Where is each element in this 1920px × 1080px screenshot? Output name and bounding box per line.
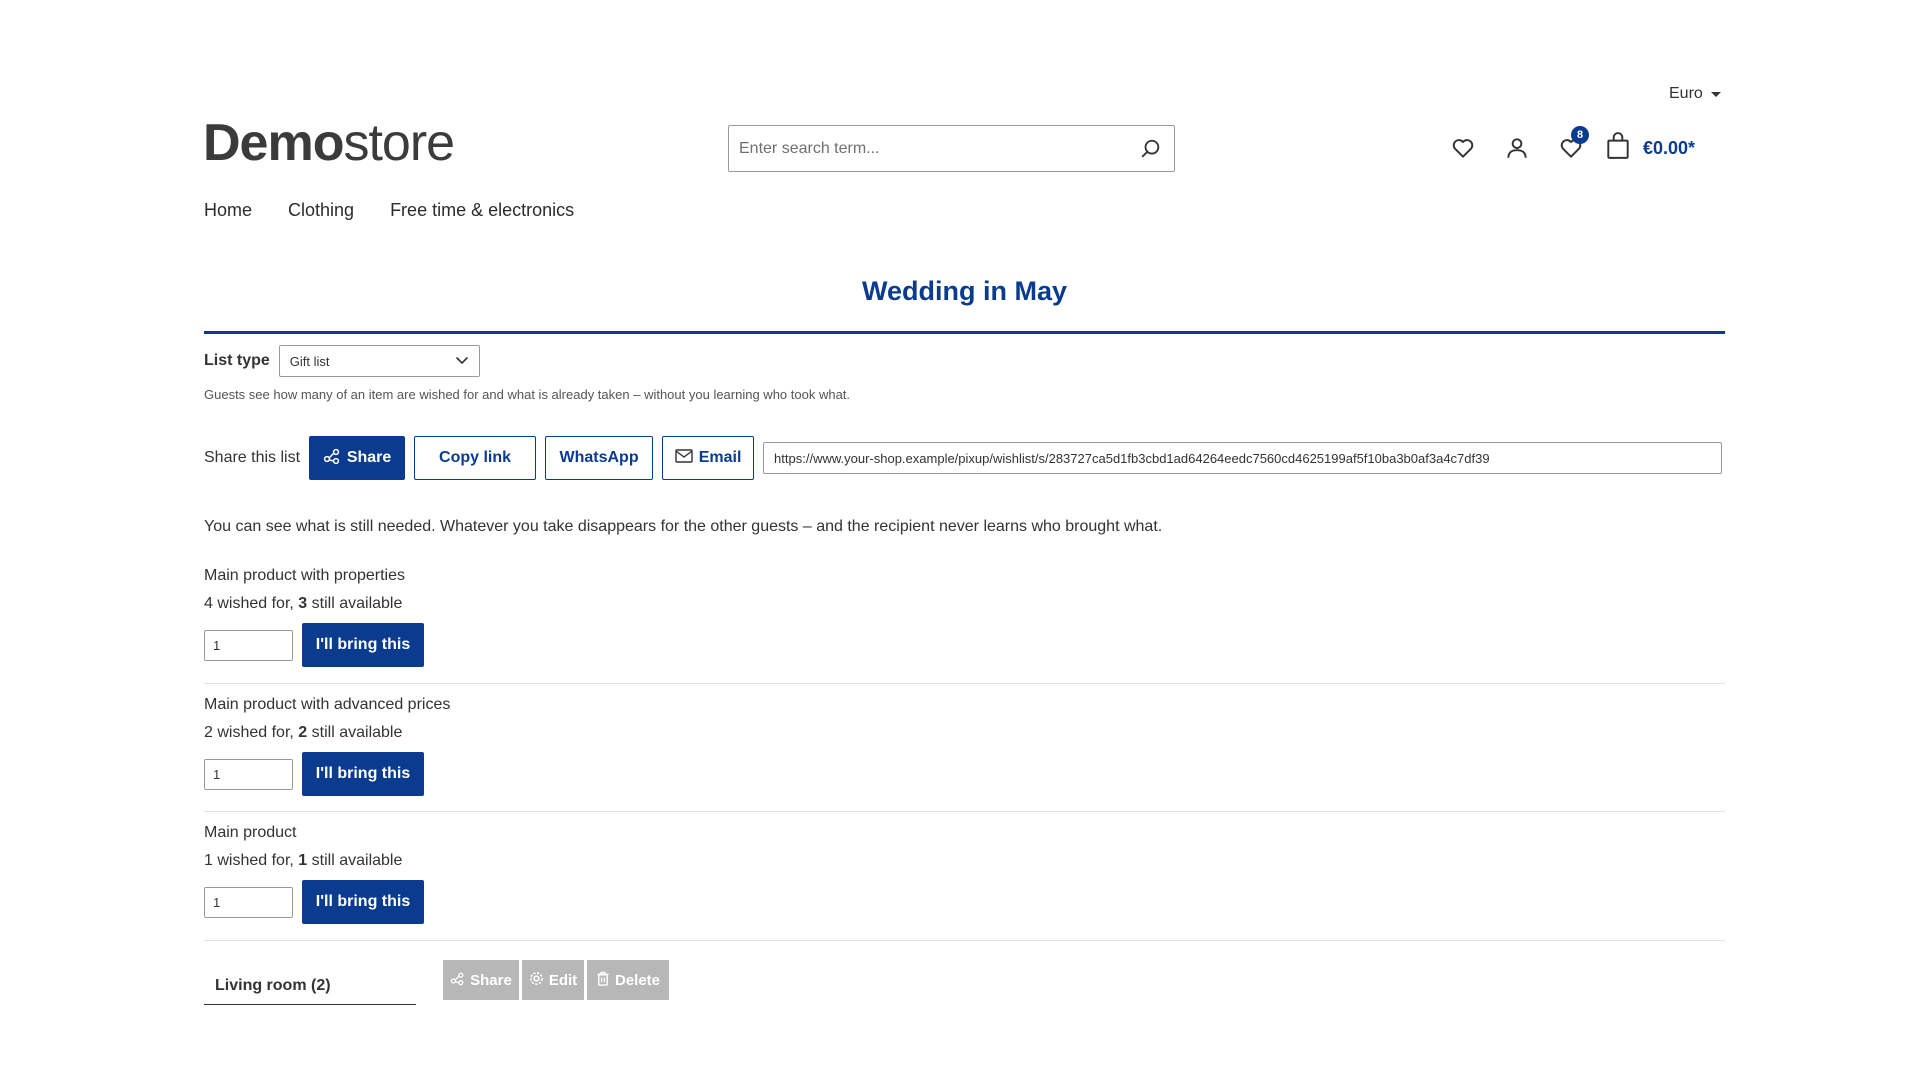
currency-selector[interactable]: Euro: [1669, 85, 1721, 103]
bring-this-button[interactable]: I'll bring this: [302, 880, 424, 924]
envelope-icon: [675, 448, 693, 468]
still-available-text: still available: [311, 595, 403, 612]
wished-count: 4: [204, 595, 213, 612]
list-type-select[interactable]: Gift list: [278, 345, 480, 377]
list-edit-button[interactable]: Edit: [522, 960, 584, 1000]
currency-label: Euro: [1669, 85, 1703, 102]
still-available-text: still available: [311, 852, 403, 869]
nav-item-home[interactable]: Home: [204, 200, 252, 221]
list-item: Main product with advanced prices 2 wish…: [204, 696, 1725, 796]
cart-total: €0.00*: [1643, 137, 1696, 158]
item-availability: 4 wished for, 3 still available: [204, 595, 1725, 613]
list-delete-button[interactable]: Delete: [587, 960, 669, 1000]
nav-item-free-time-electronics[interactable]: Free time & electronics: [390, 200, 574, 221]
list-type-label: List type: [204, 352, 270, 369]
item-divider: [204, 683, 1725, 684]
list-actions: Share Edit Delete: [443, 960, 669, 1000]
wished-for-text: wished for,: [217, 724, 294, 741]
email-button-label: Email: [698, 449, 742, 466]
list-share-label: Share: [470, 971, 512, 989]
shopping-bag-icon: [1605, 131, 1631, 165]
wished-for-text: wished for,: [217, 595, 294, 612]
bring-this-button[interactable]: I'll bring this: [302, 623, 424, 667]
bring-this-button[interactable]: I'll bring this: [302, 752, 424, 796]
quantity-input[interactable]: [204, 886, 293, 918]
share-label: Share this list: [204, 449, 301, 466]
item-availability: 1 wished for, 1 still available: [204, 852, 1725, 870]
list-edit-label: Edit: [548, 971, 578, 989]
item-actions: I'll bring this: [204, 623, 1725, 667]
list-item: Main product 1 wished for, 1 still avail…: [204, 824, 1725, 924]
whatsapp-button[interactable]: WhatsApp: [545, 436, 654, 480]
header-actions: 8 €0.00*: [1443, 126, 1696, 168]
trash-icon: [596, 971, 610, 990]
wishlist-heart-icon[interactable]: [1443, 128, 1483, 168]
search-box: [728, 125, 1175, 172]
email-button[interactable]: Email: [662, 436, 755, 480]
gift-list-heart-icon[interactable]: 8: [1551, 126, 1591, 168]
copy-link-button[interactable]: Copy link: [414, 436, 537, 480]
list-type-hint: Guests see how many of an item are wishe…: [204, 387, 851, 402]
share-row: Share this list Share Copy link WhatsApp…: [204, 436, 1723, 480]
tab-living-room[interactable]: Living room (2): [204, 968, 416, 1005]
list-item: Main product with properties 4 wished fo…: [204, 567, 1725, 667]
item-divider: [204, 811, 1725, 812]
page-title: Wedding in May: [861, 276, 1067, 306]
share-icon: [323, 447, 341, 470]
wished-for-text: wished for,: [217, 852, 294, 869]
chevron-down-icon: [455, 353, 469, 370]
search-icon[interactable]: [1138, 136, 1164, 162]
item-availability: 2 wished for, 2 still available: [204, 724, 1725, 742]
list-type-row: List type Gift list: [204, 345, 480, 377]
share-url-field[interactable]: [763, 442, 1723, 474]
search-input[interactable]: [729, 126, 1174, 171]
logo-bold: Demo: [203, 114, 344, 172]
list-share-button[interactable]: Share: [443, 960, 519, 1000]
still-available-text: still available: [311, 724, 403, 741]
main-navigation: Home Clothing Free time & electronics: [204, 200, 574, 221]
wished-count: 2: [204, 724, 213, 741]
logo-light: store: [343, 114, 455, 172]
logo[interactable]: Demostore: [203, 113, 455, 173]
share-button[interactable]: Share: [309, 436, 406, 480]
item-divider: [204, 940, 1725, 941]
intro-text: You can see what is still needed. Whatev…: [204, 518, 1163, 535]
quantity-input[interactable]: [204, 629, 293, 661]
item-actions: I'll bring this: [204, 880, 1725, 924]
available-count: 2: [298, 724, 308, 741]
gear-icon: [529, 971, 544, 990]
available-count: 1: [298, 852, 308, 869]
quantity-input[interactable]: [204, 758, 293, 790]
item-name: Main product: [204, 824, 297, 841]
list-delete-label: Delete: [614, 971, 661, 989]
nav-item-clothing[interactable]: Clothing: [288, 200, 354, 221]
title-divider: [204, 331, 1725, 334]
account-user-icon[interactable]: [1497, 128, 1537, 168]
item-name: Main product with properties: [204, 567, 405, 584]
item-actions: I'll bring this: [204, 752, 1725, 796]
item-name: Main product with advanced prices: [204, 696, 451, 713]
share-icon: [450, 971, 465, 990]
cart-button[interactable]: €0.00*: [1605, 131, 1696, 165]
share-button-label: Share: [346, 449, 392, 466]
list-type-value: Gift list: [289, 353, 330, 369]
wished-count: 1: [204, 852, 213, 869]
caret-down-icon: [1710, 91, 1721, 97]
available-count: 3: [298, 595, 308, 612]
gift-list-count-badge: 8: [1571, 126, 1589, 144]
